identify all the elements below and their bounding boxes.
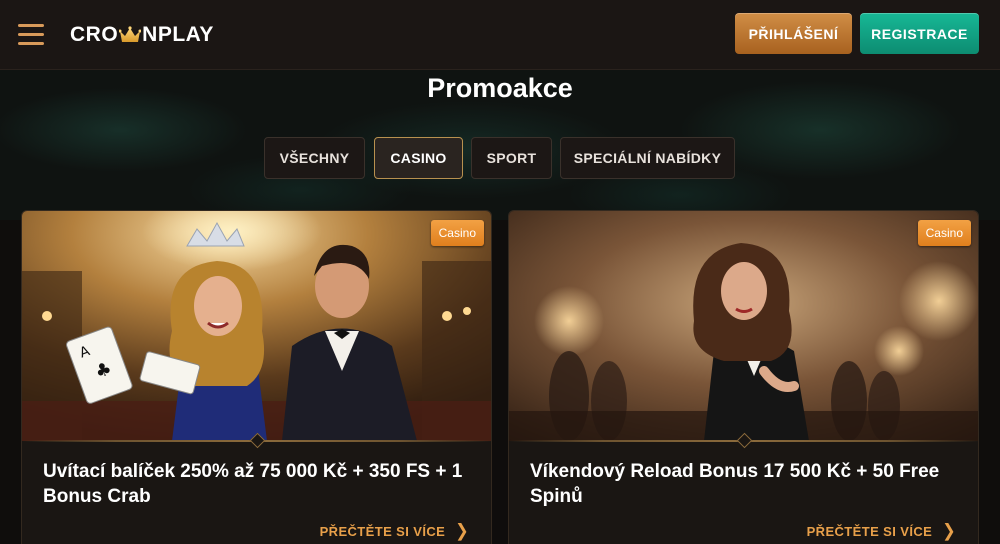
crown-icon xyxy=(119,26,142,42)
page-title: Promoakce xyxy=(427,73,573,103)
read-more-label: PŘEČTĚTE SI VÍCE xyxy=(319,523,446,539)
chevron-right-icon: ❯ xyxy=(942,522,956,541)
category-badge: Casino xyxy=(917,220,971,246)
read-more-link[interactable]: PŘEČTĚTE SI VÍCE ❯ xyxy=(320,521,469,541)
promo-title[interactable]: Víkendový Reload Bonus 17 500 Kč + 50 Fr… xyxy=(530,459,960,509)
tab-sport[interactable]: SPORT xyxy=(471,137,552,179)
hamburger-menu-icon[interactable] xyxy=(18,24,44,45)
promo-title[interactable]: Uvítací balíček 250% až 75 000 Kč + 350 … xyxy=(43,459,473,509)
tab-all[interactable]: VŠECHNY xyxy=(264,137,365,179)
tab-casino[interactable]: CASINO xyxy=(374,137,463,179)
promo-card[interactable]: Casino Víkendový Reload Bonus 17 500 Kč … xyxy=(508,210,979,544)
logo-text-left: CRO xyxy=(70,23,119,46)
site-header: CRO NPLAY PŘIHLÁŠENÍ REGISTRACE xyxy=(0,0,1000,70)
logo-text-right: NPLAY xyxy=(142,23,214,46)
category-badge: Casino xyxy=(430,220,484,246)
read-more-link[interactable]: PŘEČTĚTE SI VÍCE ❯ xyxy=(807,521,956,541)
login-button[interactable]: PŘIHLÁŠENÍ xyxy=(735,13,852,54)
tab-special-offers[interactable]: SPECIÁLNÍ NABÍDKY xyxy=(560,137,735,179)
read-more-label: PŘEČTĚTE SI VÍCE xyxy=(806,523,933,539)
promo-image-woman: Casino xyxy=(509,211,978,441)
site-logo[interactable]: CRO NPLAY xyxy=(70,22,214,48)
promo-card[interactable]: A ♣ Casino Uvítací balíček 250% až 75 00… xyxy=(21,210,492,544)
promo-image-couple: A ♣ Casino xyxy=(22,211,491,441)
chevron-right-icon: ❯ xyxy=(455,522,469,541)
register-button[interactable]: REGISTRACE xyxy=(860,13,979,54)
